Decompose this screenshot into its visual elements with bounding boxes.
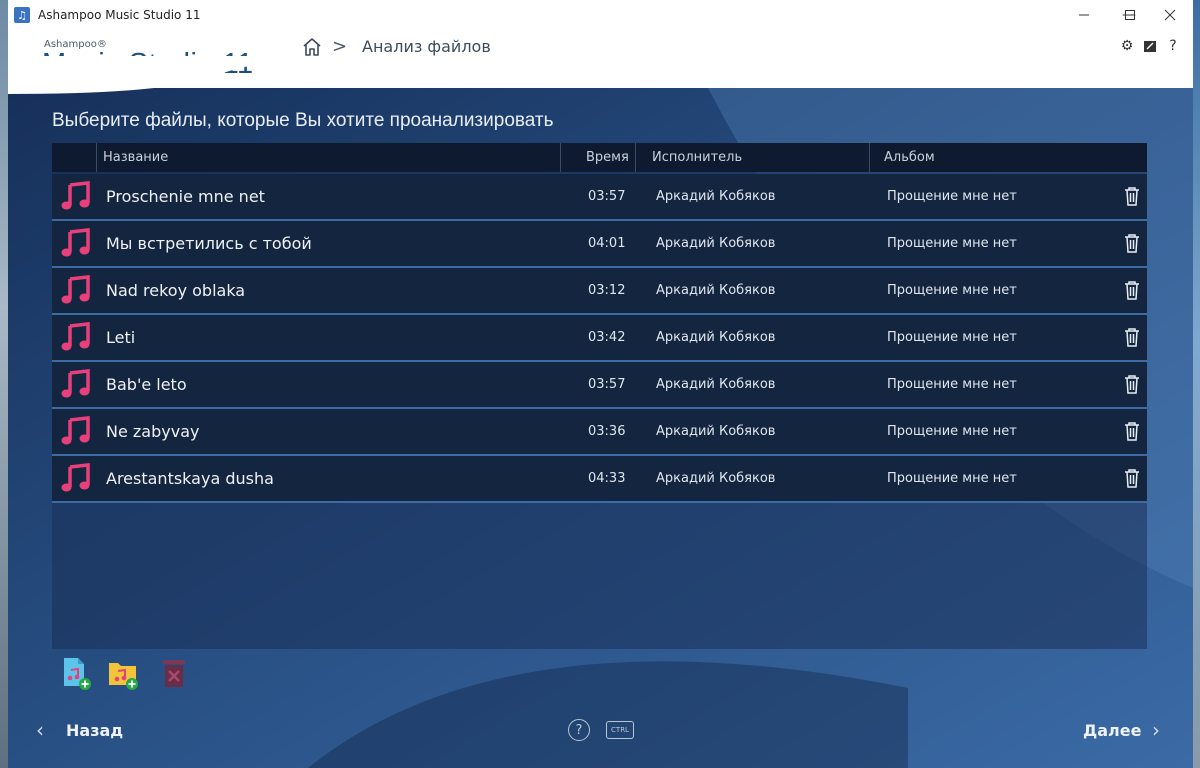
files-table: Название Время Исполнитель Альбом Prosch… [52,143,1147,649]
title-bar: ♫ Ashampoo Music Studio 11 — [8,0,1193,30]
breadcrumb-separator: > [332,36,348,57]
music-note-icon [61,275,90,304]
trash-icon[interactable] [1123,280,1141,300]
add-file-icon[interactable] [60,656,94,692]
table-row[interactable]: Ne zabyvay 03:36 Аркадий Кобяков Прощени… [52,409,1147,456]
track-time: 03:57 [588,377,626,392]
gear-icon[interactable]: ⚙ [1119,38,1135,54]
track-name: Arestantskaya dusha [106,469,274,488]
track-time: 03:57 [588,189,626,204]
table-row[interactable]: Leti 03:42 Аркадий Кобяков Прощение мне … [52,315,1147,362]
track-time: 03:42 [588,330,626,345]
music-note-icon [61,463,90,492]
track-name: Ne zabyvay [106,422,200,441]
track-time: 03:12 [588,283,626,298]
table-row[interactable]: Nad rekoy oblaka 03:12 Аркадий Кобяков П… [52,268,1147,315]
column-divider [96,143,97,172]
column-divider [560,143,561,172]
header-wave [8,56,1193,94]
page-heading: Выберите файлы, которые Вы хотите проана… [52,110,554,131]
minimize-button[interactable] [1061,0,1107,30]
music-note-icon [61,416,90,445]
table-row[interactable]: Мы встретились с тобой 04:01 Аркадий Коб… [52,221,1147,268]
music-note-icon [61,322,90,351]
column-header-album[interactable]: Альбом [884,143,935,172]
ctrl-key-button[interactable]: CTRL [606,721,634,739]
track-name: Leti [106,328,136,347]
desktop-strip-right [1193,0,1200,768]
track-album: Прощение мне нет [887,189,1017,204]
chevron-right-icon[interactable]: › [1152,718,1160,742]
track-album: Прощение мне нет [887,471,1017,486]
edit-icon[interactable] [1142,38,1158,54]
help-button[interactable]: ? [568,719,590,741]
track-time: 03:36 [588,424,626,439]
track-artist: Аркадий Кобяков [656,283,776,298]
track-artist: Аркадий Кобяков [656,471,776,486]
column-header-time[interactable]: Время [586,143,629,172]
track-album: Прощение мне нет [887,283,1017,298]
track-artist: Аркадий Кобяков [656,189,776,204]
app-icon: ♫ [14,7,30,23]
music-note-icon [61,181,90,210]
trash-icon[interactable] [1123,374,1141,394]
trash-icon[interactable] [1123,327,1141,347]
remove-all-icon[interactable] [158,656,192,692]
trash-icon[interactable] [1123,186,1141,206]
close-button[interactable] [1147,0,1193,30]
trash-icon[interactable] [1123,233,1141,253]
track-name: Bab'e leto [106,375,187,394]
app-window: ♫ Ashampoo Music Studio 11 — Ashampoo® M… [8,0,1193,768]
column-divider [635,143,636,172]
column-header-artist[interactable]: Исполнитель [652,143,742,172]
desktop-strip-left [0,0,8,768]
table-row[interactable]: Bab'e leto 03:57 Аркадий Кобяков Прощени… [52,362,1147,409]
track-artist: Аркадий Кобяков [656,236,776,251]
table-header: Название Время Исполнитель Альбом [52,143,1147,172]
track-album: Прощение мне нет [887,330,1017,345]
breadcrumb-current: Анализ файлов [362,37,491,56]
column-header-name[interactable]: Название [103,143,168,172]
music-note-icon [61,369,90,398]
music-note-icon [61,228,90,257]
next-button[interactable]: Далее [1083,721,1141,740]
track-artist: Аркадий Кобяков [656,330,776,345]
track-album: Прощение мне нет [887,377,1017,392]
back-button[interactable]: Назад [66,721,123,740]
track-artist: Аркадий Кобяков [656,424,776,439]
track-name: Мы встретились с тобой [106,234,312,253]
track-time: 04:33 [588,471,626,486]
help-icon[interactable]: ? [1165,38,1181,54]
window-title: Ashampoo Music Studio 11 [38,8,201,22]
track-name: Nad rekoy oblaka [106,281,246,300]
table-row[interactable]: Arestantskaya dusha 04:33 Аркадий Кобяко… [52,456,1147,503]
add-folder-icon[interactable] [106,656,140,692]
trash-icon[interactable] [1123,468,1141,488]
track-album: Прощение мне нет [887,236,1017,251]
column-divider [869,143,870,172]
track-artist: Аркадий Кобяков [656,377,776,392]
track-album: Прощение мне нет [887,424,1017,439]
table-row[interactable]: Proschenie mne net 03:57 Аркадий Кобяков… [52,174,1147,221]
track-time: 04:01 [588,236,626,251]
track-name: Proschenie mne net [106,187,265,206]
chevron-left-icon[interactable]: ‹ [36,718,44,742]
trash-icon[interactable] [1123,421,1141,441]
